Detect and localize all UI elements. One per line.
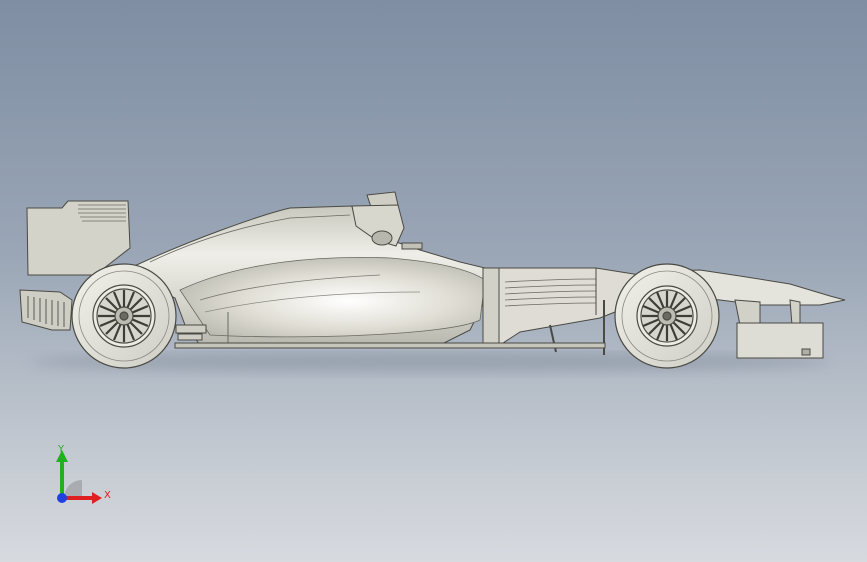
front-wing[interactable] — [736, 322, 824, 359]
orientation-triad[interactable]: Y X — [40, 438, 130, 518]
rear-wheel[interactable] — [71, 263, 177, 369]
rear-suspension — [175, 324, 207, 341]
f1-car-model[interactable] — [0, 0, 867, 562]
chassis-body[interactable] — [129, 205, 486, 346]
graphics-viewport[interactable]: Y X — [0, 0, 867, 562]
triad-rotation-arc — [64, 480, 82, 498]
front-wheel[interactable] — [614, 263, 720, 369]
y-axis-label: Y — [57, 444, 65, 455]
x-axis-arrow — [92, 492, 102, 504]
z-axis-dot — [57, 493, 67, 503]
floor-plank — [174, 342, 606, 349]
x-axis-label: X — [104, 490, 111, 501]
